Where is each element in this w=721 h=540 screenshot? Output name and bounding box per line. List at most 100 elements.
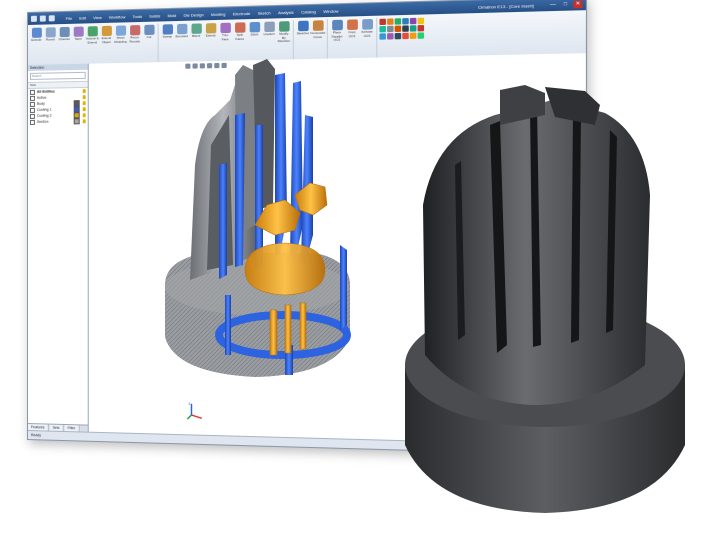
ribbon-group-sketch: Sketcher Composite Curve [295, 19, 328, 60]
menu-item[interactable]: View [93, 14, 102, 19]
tool-label: Volume & Extend [85, 36, 99, 45]
quick-tool-icon[interactable] [402, 32, 409, 40]
modify-icon [278, 21, 290, 32]
extrude-button[interactable]: Extrude [30, 27, 43, 65]
modify-direction-button[interactable]: Modify By Direction [277, 20, 291, 60]
menu-item[interactable]: Analysis [278, 9, 294, 15]
menu-item[interactable]: Edit [79, 15, 86, 20]
menu-item[interactable]: Molding [211, 11, 226, 17]
tool-label: Sheet Modeling [114, 35, 127, 44]
cad-model-render[interactable] [135, 55, 375, 395]
bounded-icon [176, 23, 187, 35]
tool-label: Blend [192, 33, 201, 38]
quick-tool-icon[interactable] [379, 25, 386, 33]
quick-tool-icon[interactable] [379, 18, 386, 26]
tool-label: Extrude [31, 37, 42, 42]
sheet-icon [115, 25, 126, 36]
close-button[interactable]: ✕ [573, 0, 583, 8]
printed-part-body [423, 85, 650, 405]
visibility-checkbox[interactable] [29, 101, 35, 107]
lightbulb-icon[interactable] [82, 107, 86, 112]
svg-text:z: z [188, 401, 190, 406]
menu-item[interactable]: Solids [149, 13, 160, 18]
quick-tool-icon[interactable] [402, 25, 409, 32]
quick-tool-icon[interactable] [409, 32, 417, 40]
quick-tool-icon[interactable] [387, 33, 394, 40]
visibility-checkbox[interactable] [29, 119, 35, 125]
visibility-checkbox[interactable] [29, 95, 35, 101]
composite-curve-button[interactable]: Composite Curve [310, 19, 326, 59]
lightbulb-icon[interactable] [82, 94, 86, 100]
sweep-icon [162, 24, 173, 35]
curve-icon [312, 20, 324, 31]
menu-item[interactable]: Mold [167, 12, 176, 17]
lightbulb-icon[interactable] [82, 101, 86, 106]
save-icon[interactable] [30, 15, 37, 22]
sheet-modeling-button[interactable]: Sheet Modeling [114, 24, 127, 63]
quick-tool-icon[interactable] [409, 17, 417, 25]
visibility-checkbox[interactable] [29, 107, 35, 113]
menu-item[interactable]: Tools [132, 13, 141, 18]
quick-tool-icon[interactable] [417, 24, 425, 32]
menu-item[interactable]: Workflow [109, 14, 126, 20]
maximize-button[interactable]: □ [561, 0, 570, 8]
visibility-checkbox[interactable] [29, 113, 35, 119]
sketcher-icon [297, 20, 309, 32]
place-ucs-button[interactable]: Place Parallel UCS [330, 19, 344, 59]
layer-row[interactable]: Section [28, 118, 88, 125]
quick-tool-icon[interactable] [394, 18, 402, 25]
lightbulb-icon[interactable] [82, 119, 86, 124]
chamfer-button[interactable]: Chamfer [58, 26, 71, 64]
tool-label: Trim Face [221, 33, 229, 41]
activate-ucs-button[interactable]: Activate UCS [360, 18, 374, 58]
tool-label: Composite Curve [310, 30, 326, 39]
tool-label: Stitch [250, 32, 259, 37]
undo-icon[interactable] [39, 15, 46, 22]
menu-item[interactable]: Window [323, 8, 338, 14]
extrude-icon [31, 27, 42, 38]
quick-tool-icon[interactable] [387, 18, 394, 25]
taper-button[interactable]: Taper [72, 25, 85, 64]
menu-item[interactable]: Catalog [301, 9, 316, 15]
color-swatch[interactable] [73, 118, 80, 125]
visibility-checkbox[interactable] [29, 89, 35, 95]
tool-label: Sweep [162, 34, 173, 39]
round-icon [45, 27, 56, 38]
quick-tool-icon[interactable] [402, 18, 409, 25]
stitch-icon [249, 21, 260, 33]
quick-tool-icon[interactable] [417, 32, 425, 39]
layer-name: All Entities [36, 89, 55, 94]
tool-label: Recon Rounds [129, 35, 140, 44]
quick-tool-icon[interactable] [379, 33, 386, 40]
copy-ucs-button[interactable]: Copy UCS [345, 18, 359, 58]
split-icon [234, 22, 245, 33]
extend-object-button[interactable]: Extend Object [100, 25, 113, 64]
minimize-button[interactable]: — [549, 1, 558, 9]
quick-tools-grid [379, 17, 425, 58]
extend-icon [205, 23, 216, 34]
quick-tool-icon[interactable] [394, 32, 402, 40]
volume-extend-button[interactable]: Volume & Extend [86, 25, 99, 64]
menu-item[interactable]: Electrode [233, 10, 251, 16]
round-button[interactable]: Round [44, 26, 57, 64]
tool-label: Copy UCS [348, 29, 356, 38]
menu-item[interactable]: Die Design [184, 12, 204, 18]
quick-tool-icon[interactable] [394, 25, 402, 33]
lightbulb-icon[interactable] [82, 88, 86, 94]
lightbulb-icon[interactable] [82, 113, 86, 118]
ribbon-group-ucs: Place Parallel UCS Copy UCS Activate UCS [330, 17, 378, 59]
quick-tool-icon[interactable] [417, 17, 425, 25]
redo-icon[interactable] [48, 15, 55, 22]
layer-name: Body [36, 101, 45, 106]
cut-icon [143, 24, 155, 36]
ucs-icon [331, 19, 343, 31]
sketcher-button[interactable]: Sketcher [296, 20, 310, 60]
search-input[interactable]: Search [29, 71, 86, 80]
tool-label: Activate UCS [361, 29, 373, 38]
menu-item[interactable]: Sketch [258, 10, 271, 16]
menu-item[interactable]: File [66, 15, 72, 20]
copy-ucs-icon [346, 19, 358, 31]
quick-tool-icon[interactable] [409, 25, 417, 32]
quick-tool-icon[interactable] [387, 25, 394, 33]
extend-object-icon [101, 25, 112, 37]
